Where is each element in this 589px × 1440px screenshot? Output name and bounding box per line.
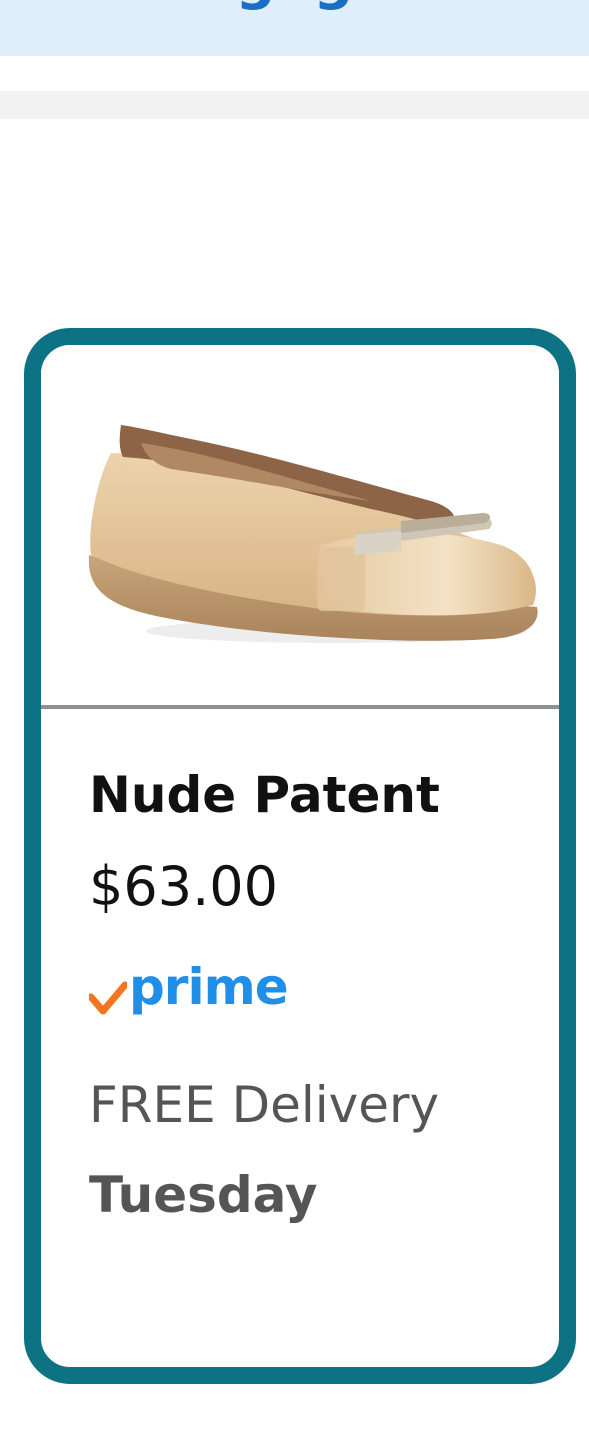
product-title[interactable]: Nude Patent [89,765,440,825]
product-price: $63.00 [89,855,278,918]
product-card[interactable]: Nude Patent $63.00 prime FREE Delivery T… [24,328,576,1384]
section-separator [0,91,589,119]
delivery-label: FREE Delivery [89,1076,440,1134]
shoe-image-icon [88,425,538,643]
banner-text-fragment: gag [0,0,589,8]
prime-check-icon [89,981,127,1015]
card-divider [41,705,559,709]
prime-logo-text: prime [129,958,289,1016]
top-banner: gag [0,0,589,56]
product-image[interactable] [41,345,559,705]
prime-badge: prime [89,959,329,1019]
delivery-day: Tuesday [89,1166,318,1224]
